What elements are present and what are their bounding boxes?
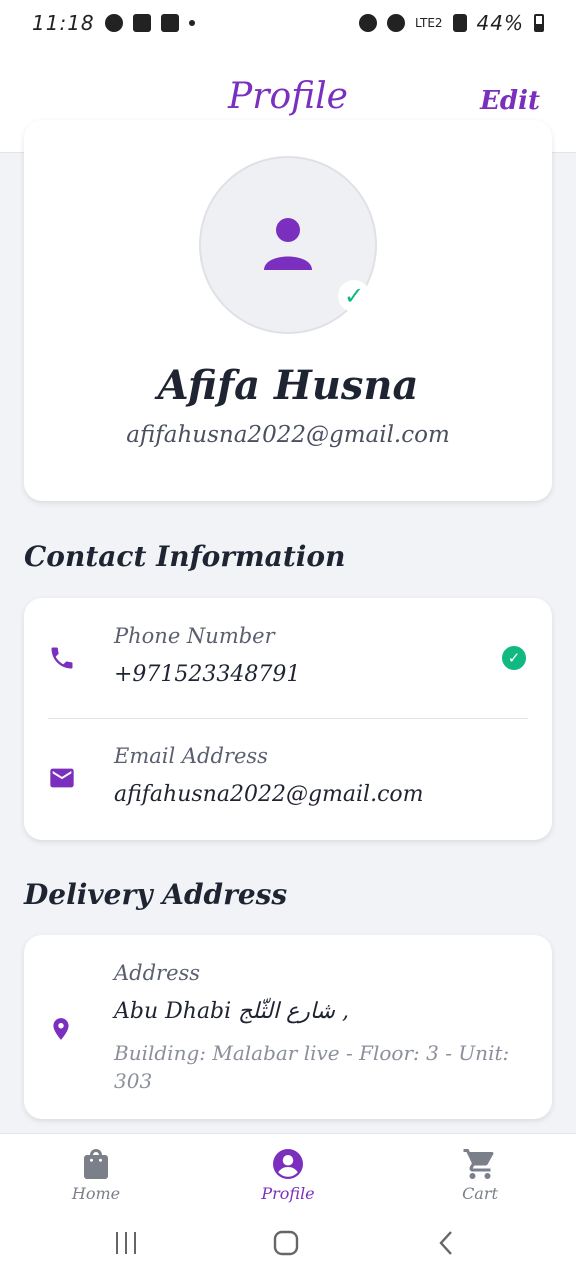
email-row[interactable]: Email Address afifahusna2022@gmail.com	[24, 720, 552, 840]
status-left: 11:18	[32, 11, 195, 35]
shopping-bag-icon	[84, 1149, 108, 1179]
more-notifications-icon	[188, 20, 195, 26]
contact-card: Phone Number +971523348791 ✓ Email Addre…	[24, 598, 552, 840]
nav-profile-label: Profile	[261, 1184, 315, 1203]
status-right: LTE2 44%	[358, 11, 544, 35]
wifi-icon	[386, 14, 405, 32]
divider	[48, 718, 528, 719]
network-label: LTE2	[414, 16, 443, 30]
profile-card: ✓ Afifa Husna afifahusna2022@gmail.com	[24, 120, 552, 501]
back-icon[interactable]	[436, 1230, 456, 1256]
email-label: Email Address	[114, 744, 268, 768]
check-icon: ✓	[338, 280, 370, 312]
phone-value: +971523348791	[114, 662, 301, 687]
status-bar: 11:18 LTE2 44%	[0, 0, 576, 46]
nav-profile[interactable]: Profile	[228, 1146, 348, 1203]
alarm-icon	[358, 14, 377, 32]
cart-icon	[463, 1149, 494, 1179]
location-pin-icon	[53, 1018, 69, 1040]
signal-icon	[452, 14, 467, 32]
profile-email: afifahusna2022@gmail.com	[126, 422, 450, 448]
phone-label: Phone Number	[114, 624, 275, 648]
bag-icon	[160, 14, 179, 32]
address-line: Abu Dhabi شارع الثّلج ,	[114, 999, 349, 1024]
battery-icon	[534, 14, 544, 32]
home-button-icon[interactable]	[272, 1230, 300, 1256]
nav-cart[interactable]: Cart	[420, 1146, 540, 1203]
mail-icon	[50, 768, 74, 788]
email-value: afifahusna2022@gmail.com	[114, 782, 424, 807]
nav-home[interactable]: Home	[36, 1146, 156, 1203]
address-label: Address	[114, 961, 201, 985]
edit-button[interactable]: Edit	[480, 86, 540, 116]
status-time: 11:18	[32, 11, 95, 35]
battery-percent: 44%	[476, 11, 524, 35]
recents-icon[interactable]	[114, 1230, 138, 1256]
delivery-card[interactable]: Address Abu Dhabi شارع الثّلج , Building…	[24, 935, 552, 1119]
person-icon	[264, 218, 312, 270]
phone-icon	[51, 647, 73, 669]
system-nav-bar	[0, 1210, 576, 1280]
delivery-section-title: Delivery Address	[24, 878, 288, 911]
nav-home-label: Home	[71, 1184, 121, 1203]
phone-row[interactable]: Phone Number +971523348791 ✓	[24, 598, 552, 718]
check-circle-icon: ✓	[502, 646, 526, 670]
message-icon	[104, 14, 123, 32]
nav-cart-label: Cart	[462, 1184, 498, 1203]
account-circle-icon	[273, 1149, 303, 1179]
contact-section-title: Contact Information	[24, 540, 346, 573]
profile-name: Afifa Husna	[157, 362, 419, 409]
checkbox-icon	[132, 14, 151, 32]
address-details: Building: Malabar live - Floor: 3 - Unit…	[114, 1041, 510, 1093]
